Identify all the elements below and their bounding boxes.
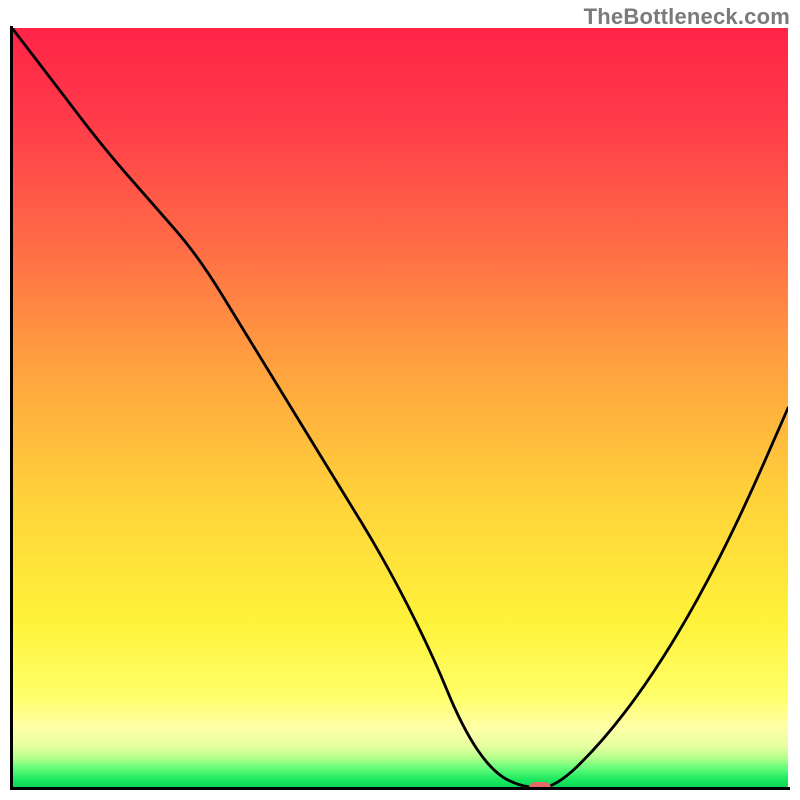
y-axis xyxy=(10,26,13,790)
curve-layer xyxy=(12,28,788,788)
plot-area xyxy=(12,28,788,788)
x-axis xyxy=(10,787,790,790)
bottleneck-chart: TheBottleneck.com xyxy=(0,0,800,800)
watermark-text: TheBottleneck.com xyxy=(584,4,790,30)
bottleneck-curve-path xyxy=(12,28,788,788)
